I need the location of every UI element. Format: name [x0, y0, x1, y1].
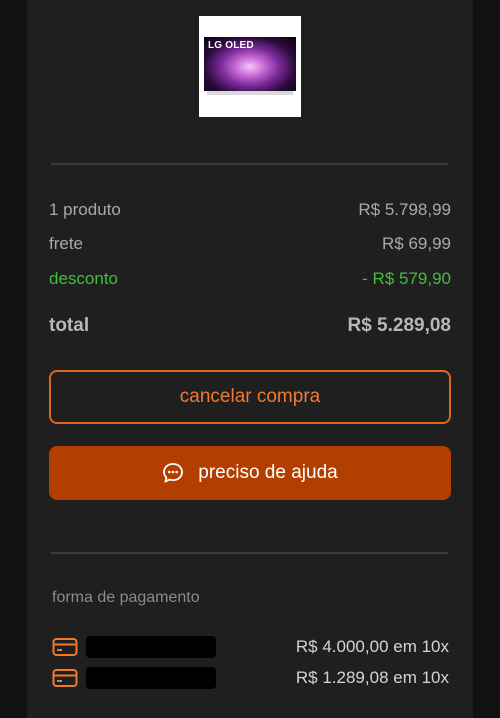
discount-row: desconto - R$ 579,90: [49, 269, 451, 289]
chat-bubble-icon: [163, 463, 184, 483]
shipping-value: R$ 69,99: [382, 234, 451, 253]
product-brand-text: LG OLED: [208, 40, 254, 51]
shipping-row: frete R$ 69,99: [49, 234, 451, 254]
total-label: total: [49, 315, 90, 336]
redacted-card-info: [86, 667, 216, 689]
products-value: R$ 5.798,99: [358, 200, 451, 219]
help-button[interactable]: preciso de ajuda: [49, 446, 451, 500]
credit-card-icon: [52, 638, 78, 656]
payment-method-row: R$ 4.000,00 em 10x: [52, 634, 449, 660]
tv-stand: [207, 91, 293, 95]
credit-card-icon: [52, 669, 78, 687]
divider-top: [51, 163, 448, 165]
payment-method-row: R$ 1.289,08 em 10x: [52, 665, 449, 691]
cancel-purchase-label: cancelar compra: [179, 386, 321, 407]
discount-label: desconto: [49, 269, 118, 288]
help-label: preciso de ajuda: [198, 462, 338, 483]
cancel-purchase-button[interactable]: cancelar compra: [49, 370, 451, 424]
total-value: R$ 5.289,08: [347, 315, 451, 336]
discount-value: - R$ 579,90: [362, 269, 451, 288]
tv-screen-image: LG OLED: [204, 37, 296, 91]
products-row: 1 produto R$ 5.798,99: [49, 200, 451, 220]
payment-amount: R$ 1.289,08 em 10x: [295, 668, 449, 687]
total-row: total R$ 5.289,08: [49, 315, 451, 337]
product-thumbnail[interactable]: LG OLED: [199, 16, 301, 117]
payment-section-label: forma de pagamento: [52, 589, 200, 606]
shipping-label: frete: [49, 234, 84, 253]
payment-amount: R$ 4.000,00 em 10x: [295, 637, 449, 656]
divider-bottom: [51, 552, 448, 554]
redacted-card-info: [86, 636, 216, 658]
products-label: 1 produto: [49, 200, 121, 219]
